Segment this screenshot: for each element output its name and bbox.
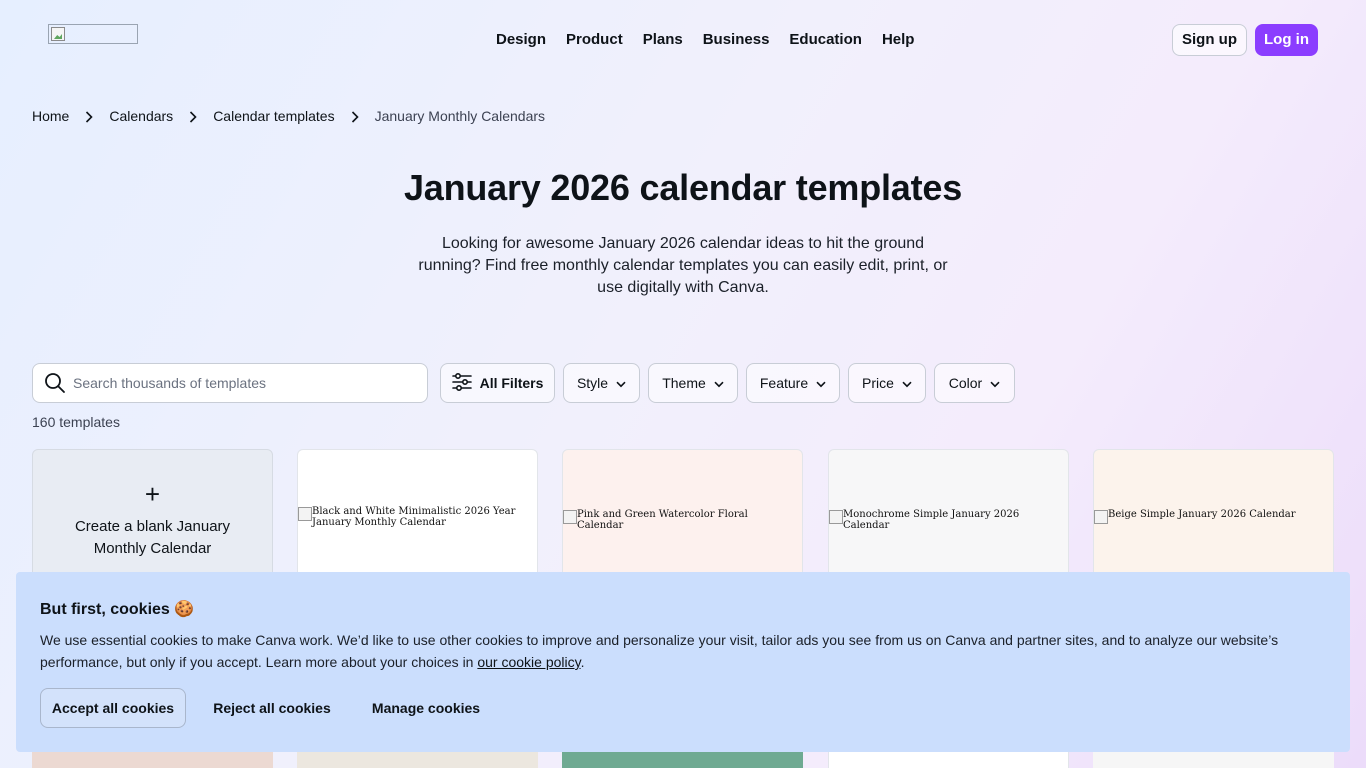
color-dropdown-label: Color [948, 375, 983, 391]
page-title: January 2026 calendar templates [403, 167, 963, 208]
search-placeholder: Search thousands of templates [73, 375, 267, 391]
chevron-down-icon [990, 375, 1000, 391]
chevron-down-icon [616, 375, 626, 391]
price-dropdown[interactable]: Price [848, 363, 926, 403]
feature-dropdown[interactable]: Feature [746, 363, 840, 403]
theme-dropdown[interactable]: Theme [648, 363, 738, 403]
template-image: Black and White Minimalistic 2026 Year J… [298, 506, 528, 528]
page-description: Looking for awesome January 2026 calenda… [418, 235, 948, 296]
price-dropdown-label: Price [862, 375, 894, 391]
manage-cookies-button[interactable]: Manage cookies [358, 688, 494, 728]
cookie-title: But first, cookies 🍪 [40, 601, 195, 618]
cookie-body-end: . [580, 654, 585, 670]
cookie-body: We use essential cookies to make Canva w… [40, 629, 1310, 673]
nav-design[interactable]: Design [496, 30, 546, 50]
accept-cookies-button[interactable]: Accept all cookies [40, 688, 186, 728]
cookie-policy-link[interactable]: our cookie policy [477, 654, 580, 670]
chevron-down-icon [714, 375, 724, 391]
broken-image-icon [1094, 510, 1108, 524]
template-card[interactable]: Pink and Green Watercolor Floral Calenda… [562, 449, 803, 589]
color-dropdown[interactable]: Color [934, 363, 1015, 403]
template-image: Monochrome Simple January 2026 Calendar [829, 509, 1059, 531]
broken-image-icon [298, 507, 312, 521]
main-nav: Design Product Plans Business Education … [496, 30, 934, 50]
breadcrumb-current: January Monthly Calendars [374, 108, 546, 124]
nav-plans[interactable]: Plans [643, 30, 683, 50]
feature-dropdown-label: Feature [759, 375, 809, 391]
login-button[interactable]: Log in [1255, 24, 1318, 56]
create-blank-card[interactable]: + Create a blank January Monthly Calenda… [32, 449, 273, 589]
chevron-right-icon [183, 107, 203, 125]
nav-education[interactable]: Education [789, 30, 862, 50]
signup-button[interactable]: Sign up [1172, 24, 1247, 56]
breadcrumb: Home Calendars Calendar templates Januar… [32, 107, 545, 125]
template-card[interactable]: Monochrome Simple January 2026 Calendar [828, 449, 1069, 589]
all-filters-button[interactable]: All Filters [440, 363, 555, 403]
cookie-banner: But first, cookies 🍪 We use essential co… [16, 572, 1350, 752]
template-image: Pink and Green Watercolor Floral Calenda… [563, 509, 793, 531]
template-card[interactable]: Beige Simple January 2026 Calendar [1093, 449, 1334, 589]
breadcrumb-home[interactable]: Home [32, 107, 69, 125]
search-icon [33, 372, 73, 394]
canva-logo[interactable] [48, 24, 138, 44]
style-dropdown-label: Style [576, 375, 609, 391]
search-input[interactable]: Search thousands of templates [32, 363, 428, 403]
breadcrumb-calendar-templates[interactable]: Calendar templates [213, 107, 334, 125]
breadcrumb-calendars[interactable]: Calendars [109, 107, 173, 125]
create-blank-label: Create a blank January Monthly Calendar [74, 518, 231, 557]
template-alt-text: Monochrome Simple January 2026 Calendar [843, 509, 1020, 531]
all-filters-label: All Filters [479, 375, 544, 391]
cookie-body-text: We use essential cookies to make Canva w… [40, 632, 1279, 670]
reject-cookies-button[interactable]: Reject all cookies [200, 688, 344, 728]
template-alt-text: Pink and Green Watercolor Floral Calenda… [577, 509, 748, 531]
nav-product[interactable]: Product [566, 30, 623, 50]
template-alt-text: Black and White Minimalistic 2026 Year J… [312, 506, 516, 528]
chevron-right-icon [345, 107, 365, 125]
broken-image-icon [51, 27, 65, 41]
plus-icon: + [144, 479, 161, 509]
template-count: 160 templates [32, 414, 120, 430]
chevron-down-icon [902, 375, 912, 391]
sliders-icon [451, 372, 472, 394]
chevron-right-icon [79, 107, 99, 125]
theme-dropdown-label: Theme [662, 375, 706, 391]
broken-image-icon [829, 510, 843, 524]
template-card[interactable]: Black and White Minimalistic 2026 Year J… [297, 449, 538, 589]
style-dropdown[interactable]: Style [563, 363, 640, 403]
chevron-down-icon [816, 375, 826, 391]
nav-business[interactable]: Business [703, 30, 770, 50]
template-alt-text: Beige Simple January 2026 Calendar [1108, 509, 1296, 520]
nav-help[interactable]: Help [882, 30, 915, 50]
template-image: Beige Simple January 2026 Calendar [1094, 509, 1324, 524]
broken-image-icon [563, 510, 577, 524]
